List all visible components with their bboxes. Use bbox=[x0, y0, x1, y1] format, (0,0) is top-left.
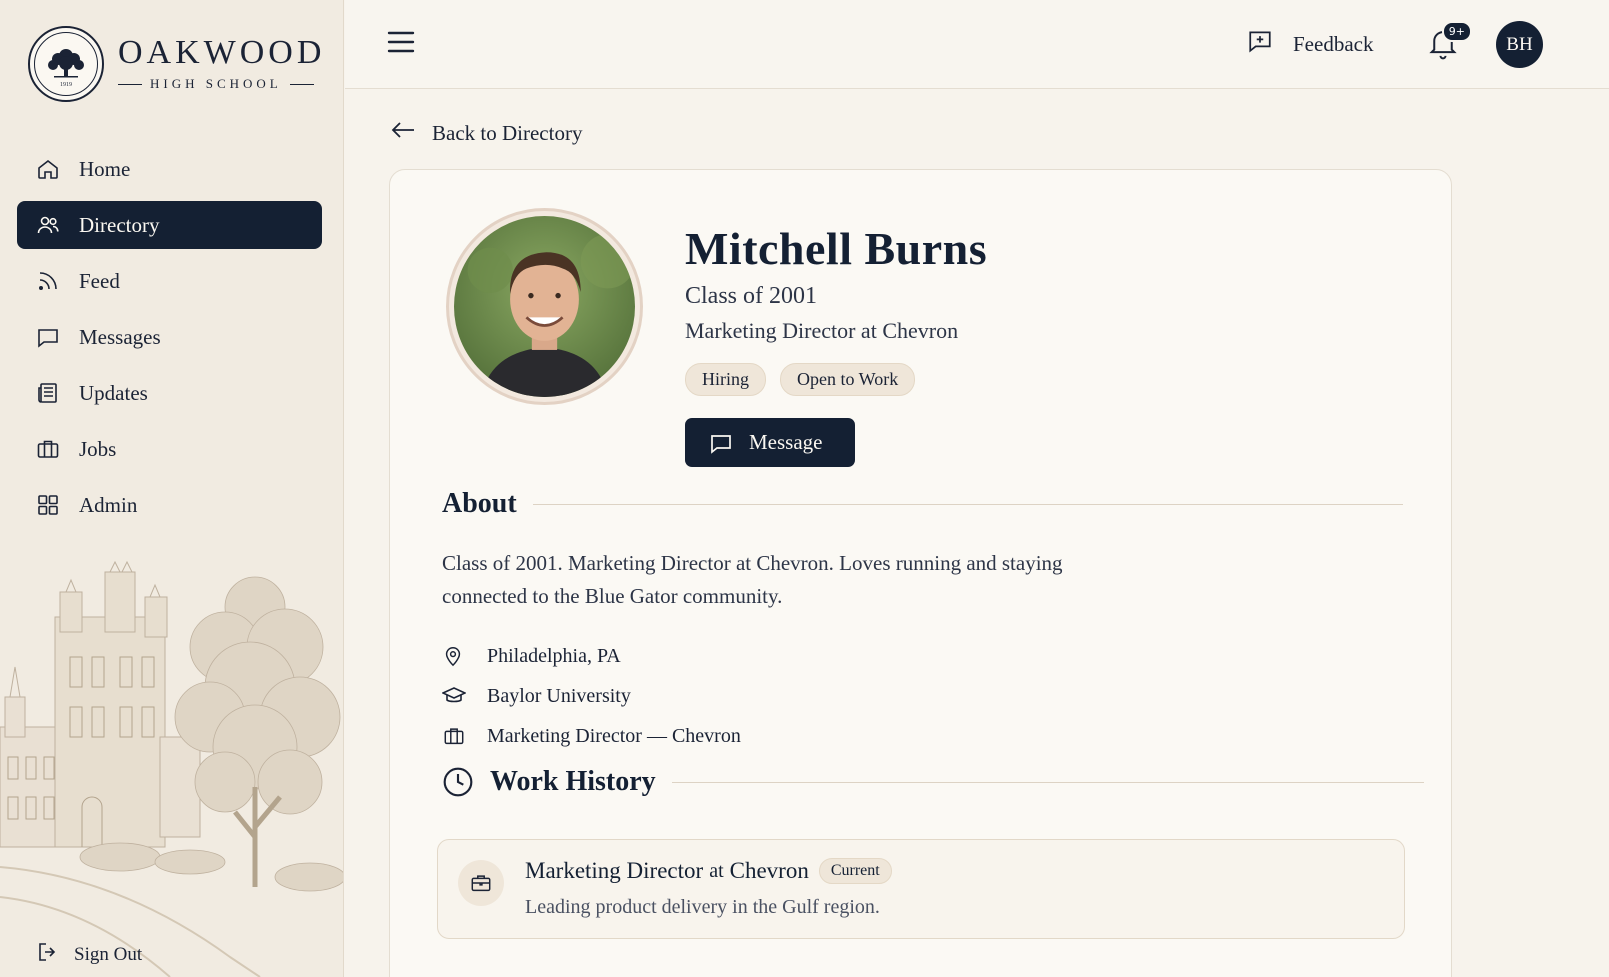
svg-text:1919: 1919 bbox=[60, 82, 72, 88]
back-to-directory-link[interactable]: Back to Directory bbox=[390, 120, 582, 146]
message-button[interactable]: Message bbox=[685, 418, 855, 467]
profile-class-year: Class of 2001 bbox=[685, 283, 817, 309]
briefcase-icon bbox=[35, 436, 61, 462]
job-title: Marketing Director bbox=[525, 858, 704, 883]
notification-count-badge: 9+ bbox=[1441, 21, 1472, 42]
school-sketch-illustration bbox=[0, 560, 343, 977]
job-title-line: Marketing Director at Chevron Current bbox=[525, 858, 892, 884]
graduation-cap-icon bbox=[442, 685, 468, 707]
sidebar-item-label: Jobs bbox=[79, 436, 117, 461]
arrow-left-icon bbox=[390, 120, 416, 146]
sidebar-item-label: Feed bbox=[79, 268, 120, 293]
notifications-button[interactable]: 9+ bbox=[1428, 21, 1472, 66]
job-company: Chevron bbox=[729, 858, 809, 883]
user-avatar[interactable]: BH bbox=[1496, 21, 1543, 68]
sidebar-item-label: Updates bbox=[79, 380, 148, 405]
work-history-heading: Work History bbox=[490, 766, 656, 797]
about-heading: About bbox=[442, 488, 517, 519]
profile-tags: Hiring Open to Work bbox=[685, 363, 916, 396]
sidebar-item-messages[interactable]: Messages bbox=[17, 313, 322, 361]
sidebar-item-admin[interactable]: Admin bbox=[17, 481, 322, 529]
profile-photo bbox=[446, 208, 643, 405]
fact-location: Philadelphia, PA bbox=[442, 636, 741, 676]
fact-employment: Marketing Director — Chevron bbox=[442, 716, 741, 756]
sign-out-icon bbox=[36, 940, 60, 970]
chat-icon bbox=[35, 324, 61, 350]
users-icon bbox=[35, 212, 61, 238]
sidebar: 1919 OAKWOOD HIGH SCHOOL Home Directory bbox=[0, 0, 344, 977]
work-history-section-header: Work History bbox=[442, 766, 1424, 798]
profile-facts: Philadelphia, PA Baylor University Marke… bbox=[442, 636, 741, 756]
clock-icon bbox=[442, 766, 474, 798]
feedback-label: Feedback bbox=[1293, 31, 1374, 56]
profile-role: Marketing Director at Chevron bbox=[685, 318, 959, 343]
back-label: Back to Directory bbox=[432, 120, 583, 145]
sidebar-item-label: Admin bbox=[79, 492, 138, 517]
map-pin-icon bbox=[442, 644, 468, 668]
oak-tree-seal-icon: 1919 bbox=[28, 26, 104, 102]
sidebar-item-directory[interactable]: Directory bbox=[17, 201, 322, 249]
sign-out-label: Sign Out bbox=[74, 944, 143, 965]
sidebar-item-updates[interactable]: Updates bbox=[17, 369, 322, 417]
sidebar-nav: Home Directory Feed Messages Updates Job… bbox=[17, 145, 322, 537]
tag-hiring: Hiring bbox=[685, 363, 766, 396]
feedback-icon bbox=[1247, 28, 1273, 60]
job-at: at bbox=[709, 859, 724, 882]
rss-icon bbox=[35, 268, 61, 294]
school-logo[interactable]: 1919 OAKWOOD HIGH SCHOOL bbox=[28, 26, 325, 102]
sidebar-item-jobs[interactable]: Jobs bbox=[17, 425, 322, 473]
school-name: OAKWOOD bbox=[118, 34, 326, 71]
sign-out-button[interactable]: Sign Out bbox=[36, 940, 142, 970]
briefcase-icon bbox=[442, 725, 468, 747]
job-description: Leading product delivery in the Gulf reg… bbox=[525, 896, 880, 918]
menu-toggle-button[interactable] bbox=[387, 30, 415, 59]
hamburger-icon bbox=[387, 31, 415, 58]
sidebar-item-label: Directory bbox=[79, 212, 160, 237]
grid-icon bbox=[35, 492, 61, 518]
fact-education: Baylor University bbox=[442, 676, 741, 716]
sidebar-item-feed[interactable]: Feed bbox=[17, 257, 322, 305]
tag-open-to-work: Open to Work bbox=[780, 363, 916, 396]
sidebar-item-label: Messages bbox=[79, 324, 161, 349]
current-badge: Current bbox=[818, 858, 892, 884]
bell-icon bbox=[1428, 31, 1458, 65]
top-bar: Feedback 9+ BH bbox=[345, 0, 1609, 89]
chat-icon bbox=[709, 431, 733, 455]
about-section-header: About bbox=[442, 488, 1403, 520]
profile-card: Mitchell Burns Class of 2001 Marketing D… bbox=[389, 169, 1452, 977]
message-button-label: Message bbox=[749, 430, 823, 454]
sidebar-item-label: Home bbox=[79, 156, 131, 181]
sidebar-item-home[interactable]: Home bbox=[17, 145, 322, 193]
feedback-button[interactable]: Feedback bbox=[1247, 28, 1373, 60]
school-subtitle: HIGH SCHOOL bbox=[150, 76, 282, 91]
person-portrait-icon bbox=[454, 216, 635, 397]
home-icon bbox=[35, 156, 61, 182]
work-history-item[interactable]: Marketing Director at Chevron Current Le… bbox=[437, 839, 1405, 939]
newspaper-icon bbox=[35, 380, 61, 406]
profile-name: Mitchell Burns bbox=[685, 223, 988, 274]
about-text: Class of 2001. Marketing Director at Che… bbox=[442, 551, 1063, 608]
briefcase-icon bbox=[458, 860, 504, 906]
